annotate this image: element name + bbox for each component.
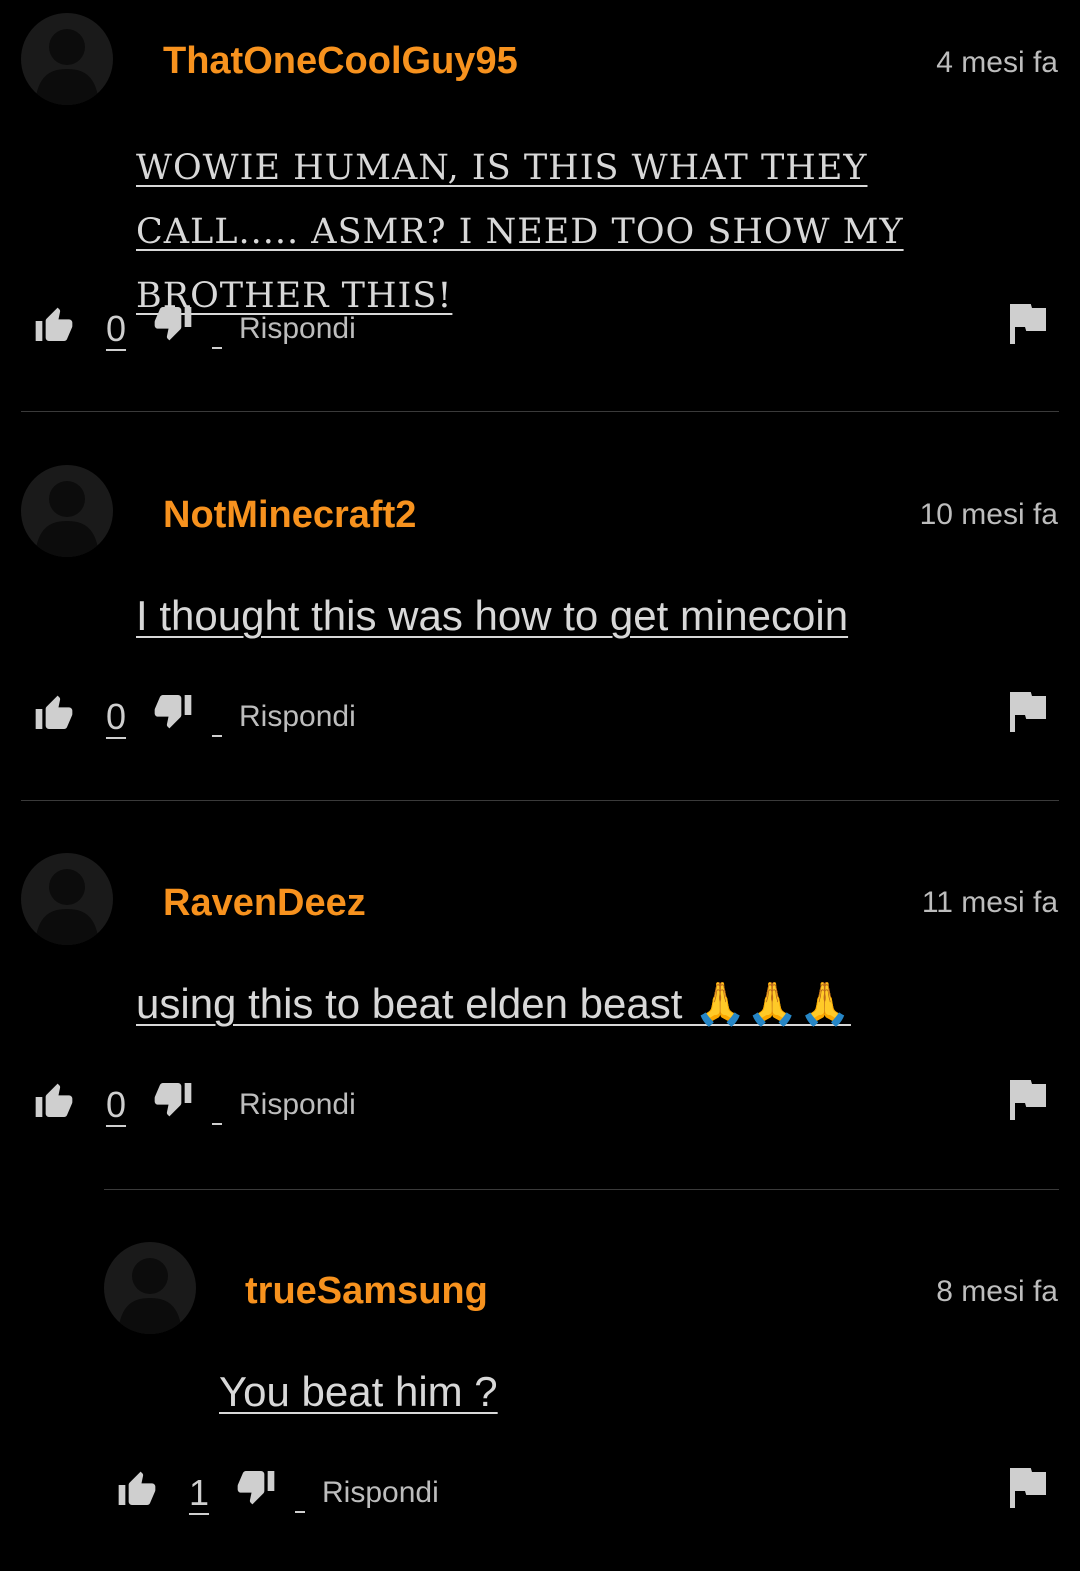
reply-button[interactable]: Rispondi <box>322 1476 439 1510</box>
flag-icon[interactable] <box>1010 1468 1046 1508</box>
reply-comment-item: trueSamsung 8 mesi fa You beat him ? 1 R… <box>0 0 1080 1571</box>
avatar[interactable] <box>104 1242 196 1334</box>
comment-actions: 1 Rispondi <box>0 1466 1080 1516</box>
comment-timestamp: 8 mesi fa <box>936 1275 1058 1308</box>
thumbs-down-icon[interactable] <box>236 1466 276 1506</box>
separator <box>295 1511 305 1513</box>
person-silhouette-icon <box>118 1258 182 1334</box>
comment-text: You beat him ? <box>219 1368 498 1415</box>
thumbs-up-icon[interactable] <box>117 1470 157 1510</box>
like-count: 1 <box>188 1472 210 1513</box>
comment-username[interactable]: trueSamsung <box>245 1270 488 1313</box>
